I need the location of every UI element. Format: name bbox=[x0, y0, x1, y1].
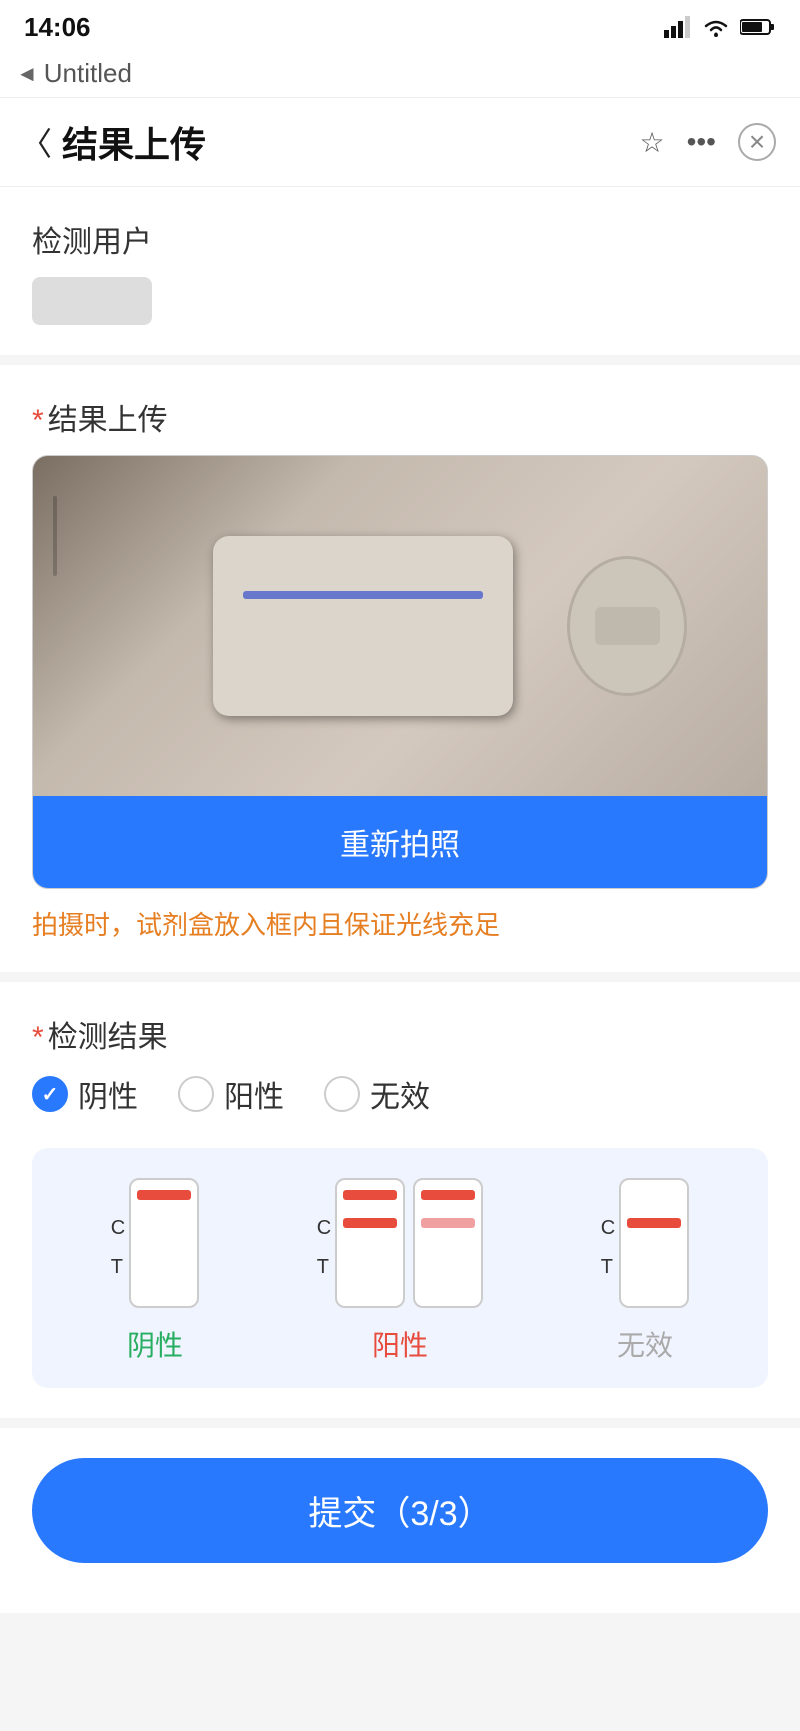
back-button[interactable]: 〈 bbox=[20, 119, 52, 165]
invalid-t-line bbox=[627, 1218, 681, 1228]
result-radio-group: ✓ 阴性 阳性 无效 bbox=[32, 1072, 768, 1116]
radio-negative[interactable]: ✓ 阴性 bbox=[32, 1072, 138, 1116]
negative-strip-box bbox=[129, 1178, 199, 1308]
positive-t-line bbox=[343, 1218, 397, 1228]
photo-hint: 拍摄时，试剂盒放入框内且保证光线充足 bbox=[32, 905, 768, 942]
wifi-icon bbox=[702, 16, 730, 38]
result-case-invalid: C T 无效 bbox=[601, 1178, 689, 1364]
radio-invalid[interactable]: 无效 bbox=[324, 1072, 430, 1116]
radio-circle-positive bbox=[178, 1076, 214, 1112]
result-section: *检测结果 ✓ 阴性 阳性 无效 bbox=[0, 982, 800, 1428]
user-section-label: 检测用户 bbox=[32, 217, 768, 261]
more-icon[interactable]: ••• bbox=[687, 126, 716, 158]
positive-c-line bbox=[343, 1190, 397, 1200]
page-header-right: ☆ ••• × bbox=[639, 123, 776, 161]
status-bar: 14:06 bbox=[0, 0, 800, 50]
invalid-strip-group: C T bbox=[601, 1178, 689, 1308]
ct-labels-invalid: C T bbox=[601, 1178, 615, 1308]
invalid-strip-box bbox=[619, 1178, 689, 1308]
upload-section-label: *结果上传 bbox=[32, 395, 768, 439]
required-star: * bbox=[32, 404, 44, 437]
page-header-left: 〈 结果上传 bbox=[20, 116, 206, 168]
radio-circle-negative: ✓ bbox=[32, 1076, 68, 1112]
signal-icon bbox=[664, 16, 692, 38]
radio-positive[interactable]: 阳性 bbox=[178, 1072, 284, 1116]
result-section-label: *检测结果 bbox=[32, 1012, 768, 1056]
negative-label: 阴性 bbox=[127, 1324, 183, 1364]
invalid-label: 无效 bbox=[617, 1324, 673, 1364]
test-photo-inner bbox=[33, 456, 767, 796]
submit-button[interactable]: 提交（3/3） bbox=[32, 1458, 768, 1563]
nav-back-arrow[interactable]: ◄ bbox=[16, 61, 38, 87]
submit-section: 提交（3/3） bbox=[0, 1428, 800, 1613]
retake-button[interactable]: 重新拍照 bbox=[33, 796, 767, 888]
positive-strip-group: C T bbox=[317, 1178, 483, 1308]
nav-row: ◄ Untitled bbox=[0, 50, 800, 98]
positive-c-line2 bbox=[421, 1190, 475, 1200]
positive-strip-box2 bbox=[413, 1178, 483, 1308]
page-header: 〈 结果上传 ☆ ••• × bbox=[0, 98, 800, 187]
user-section: 检测用户 bbox=[0, 187, 800, 365]
nav-prev-title[interactable]: Untitled bbox=[44, 58, 132, 89]
negative-strip-group: C T bbox=[111, 1178, 199, 1308]
positive-strip-box1 bbox=[335, 1178, 405, 1308]
user-avatar bbox=[32, 277, 152, 325]
negative-c-line bbox=[137, 1190, 191, 1200]
radio-label-negative: 阴性 bbox=[78, 1072, 138, 1116]
radio-label-invalid: 无效 bbox=[370, 1072, 430, 1116]
test-photo bbox=[33, 456, 767, 796]
result-case-positive: C T 阳性 bbox=[317, 1178, 483, 1364]
battery-icon bbox=[740, 17, 776, 37]
main-content: 检测用户 *结果上传 bbox=[0, 187, 800, 1613]
result-required-star: * bbox=[32, 1021, 44, 1054]
result-case-negative: C T 阴性 bbox=[111, 1178, 199, 1364]
radio-label-positive: 阳性 bbox=[224, 1072, 284, 1116]
status-icons bbox=[664, 16, 776, 38]
radio-circle-invalid bbox=[324, 1076, 360, 1112]
result-diagram: C T 阴性 C T bbox=[32, 1148, 768, 1388]
photo-container: 重新拍照 bbox=[32, 455, 768, 889]
positive-label: 阳性 bbox=[372, 1324, 428, 1364]
page-title: 结果上传 bbox=[62, 116, 206, 168]
star-icon[interactable]: ☆ bbox=[639, 126, 664, 159]
status-time: 14:06 bbox=[24, 12, 91, 43]
ct-labels-negative: C T bbox=[111, 1178, 125, 1308]
upload-section: *结果上传 bbox=[0, 365, 800, 982]
ct-labels-positive: C T bbox=[317, 1178, 331, 1308]
positive-t-line2 bbox=[421, 1218, 475, 1228]
close-button[interactable]: × bbox=[738, 123, 776, 161]
